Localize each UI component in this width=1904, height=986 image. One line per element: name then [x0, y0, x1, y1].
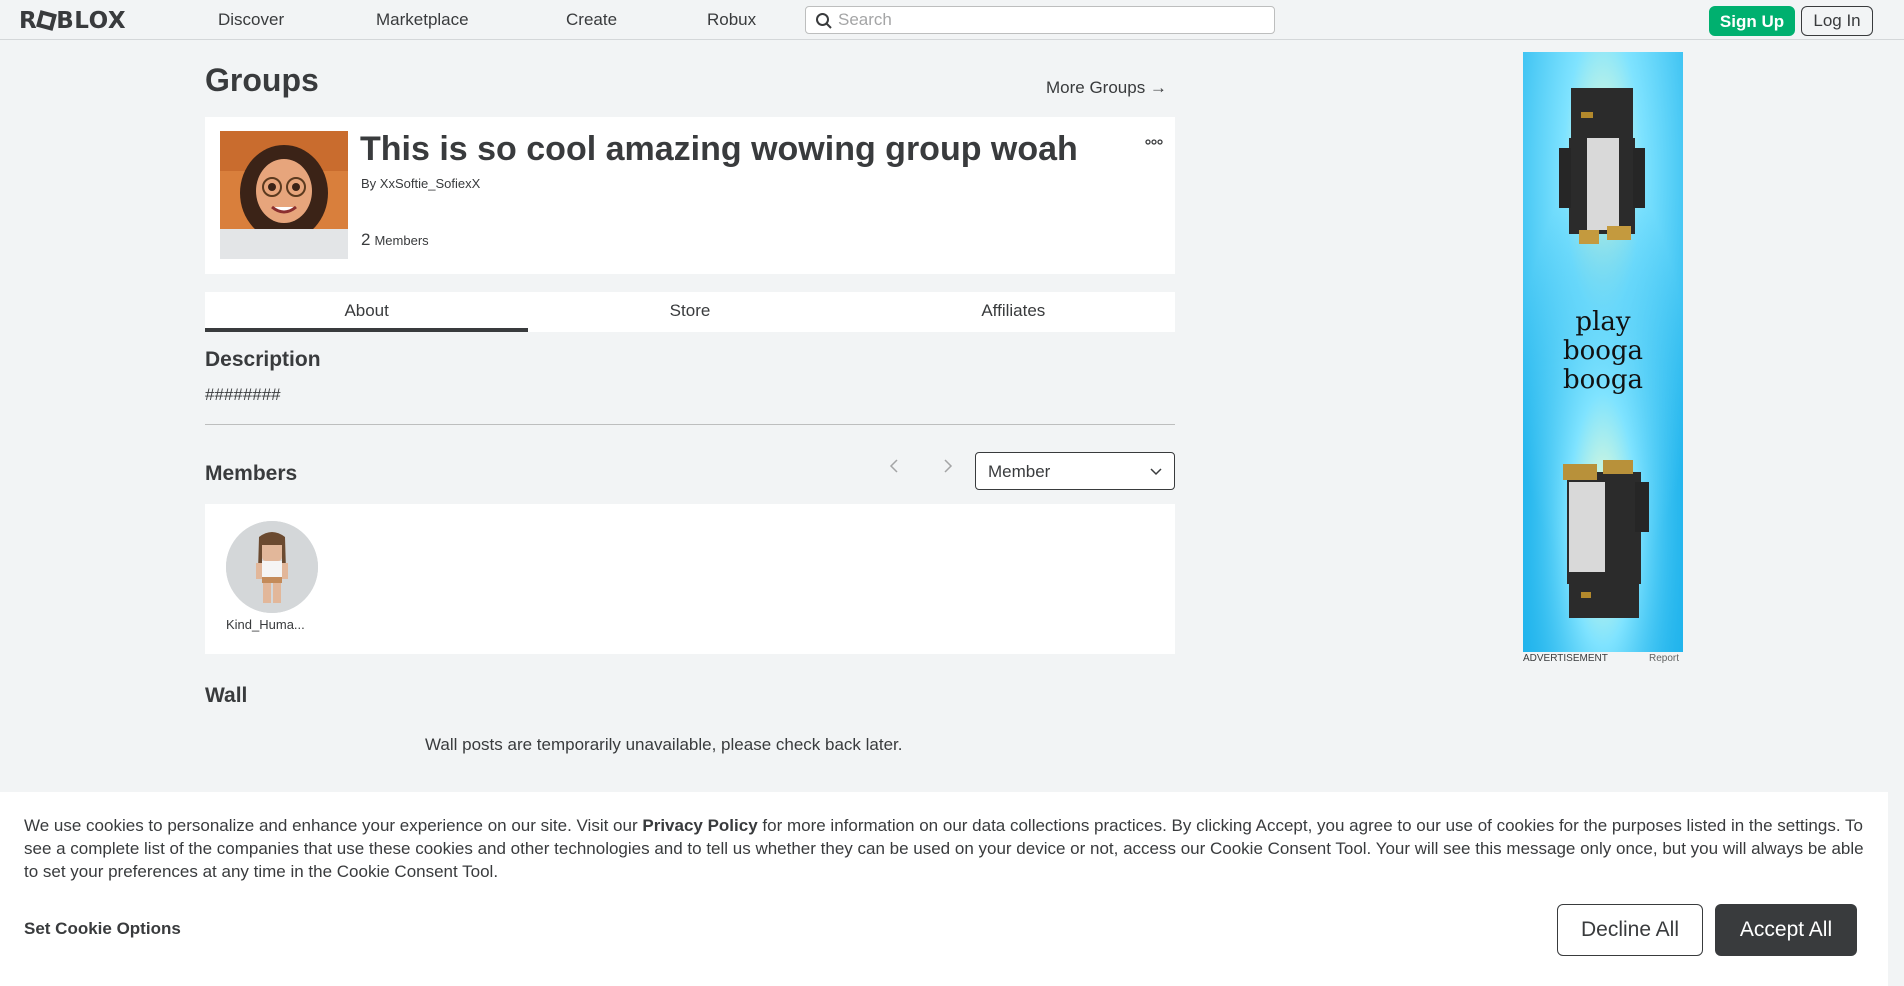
- role-dropdown[interactable]: Member: [975, 452, 1175, 490]
- nav-marketplace[interactable]: Marketplace: [376, 10, 469, 30]
- set-cookie-options-link[interactable]: Set Cookie Options: [24, 919, 181, 939]
- search-icon: [816, 13, 832, 29]
- search-box[interactable]: [805, 6, 1275, 34]
- group-tabs: About Store Affiliates: [205, 292, 1175, 332]
- top-navigation: R BLOX Discover Marketplace Create Robux …: [0, 0, 1904, 40]
- owner-link[interactable]: XxSoftie_SofiexX: [380, 176, 480, 191]
- ad-text-line-1: play: [1575, 307, 1631, 337]
- member-name[interactable]: Kind_Huma...: [226, 617, 318, 632]
- advertisement-label: ADVERTISEMENT: [1523, 653, 1608, 664]
- page-title: Groups: [205, 62, 319, 98]
- cookie-text-before: We use cookies to personalize and enhanc…: [24, 816, 643, 835]
- cookie-message: We use cookies to personalize and enhanc…: [24, 814, 1869, 883]
- tab-about[interactable]: About: [205, 292, 529, 332]
- ad-text-line-2: booga: [1562, 336, 1644, 366]
- tab-store[interactable]: Store: [528, 292, 851, 332]
- wall-title: Wall: [205, 684, 248, 707]
- next-page-icon[interactable]: [943, 458, 953, 479]
- tab-affiliates[interactable]: Affiliates: [852, 292, 1175, 332]
- member-count-value: 2: [361, 230, 371, 249]
- chevron-down-icon: [1150, 468, 1162, 476]
- group-emblem: [220, 131, 348, 259]
- divider: [205, 424, 1175, 425]
- nav-create[interactable]: Create: [566, 10, 617, 30]
- by-label: By: [361, 176, 377, 191]
- ad-text-line-3: booga: [1562, 365, 1644, 395]
- decline-all-button[interactable]: Decline All: [1557, 904, 1703, 956]
- member-avatar[interactable]: [226, 521, 318, 613]
- more-groups-link[interactable]: More Groups →: [1046, 78, 1167, 98]
- advertisement-banner[interactable]: play booga booga: [1523, 52, 1683, 652]
- nav-discover[interactable]: Discover: [218, 10, 284, 30]
- group-name: This is so cool amazing wowing group woa…: [360, 130, 1078, 168]
- member-count: 2 Members: [361, 230, 429, 250]
- description-text: ########: [205, 385, 281, 404]
- search-input[interactable]: [838, 7, 1268, 33]
- wall-message: Wall posts are temporarily unavailable, …: [425, 735, 903, 754]
- nav-robux[interactable]: Robux: [707, 10, 756, 30]
- accept-all-button[interactable]: Accept All: [1715, 904, 1857, 956]
- members-list: Kind_Huma...: [205, 504, 1175, 654]
- prev-page-icon[interactable]: [889, 458, 899, 479]
- privacy-policy-link[interactable]: Privacy Policy: [642, 816, 757, 835]
- cookie-banner: We use cookies to personalize and enhanc…: [0, 792, 1888, 986]
- more-options-icon[interactable]: [1145, 132, 1163, 148]
- member-count-label: Members: [374, 233, 429, 248]
- role-dropdown-value: Member: [988, 462, 1051, 481]
- group-owner: By XxSoftie_SofiexX: [361, 176, 480, 191]
- report-ad-link[interactable]: Report: [1649, 653, 1679, 664]
- log-in-button[interactable]: Log In: [1801, 6, 1873, 36]
- description-title: Description: [205, 348, 321, 371]
- sign-up-button[interactable]: Sign Up: [1709, 6, 1795, 36]
- group-header-card: This is so cool amazing wowing group woa…: [205, 117, 1175, 274]
- members-title: Members: [205, 462, 298, 485]
- roblox-logo[interactable]: R BLOX: [19, 8, 126, 34]
